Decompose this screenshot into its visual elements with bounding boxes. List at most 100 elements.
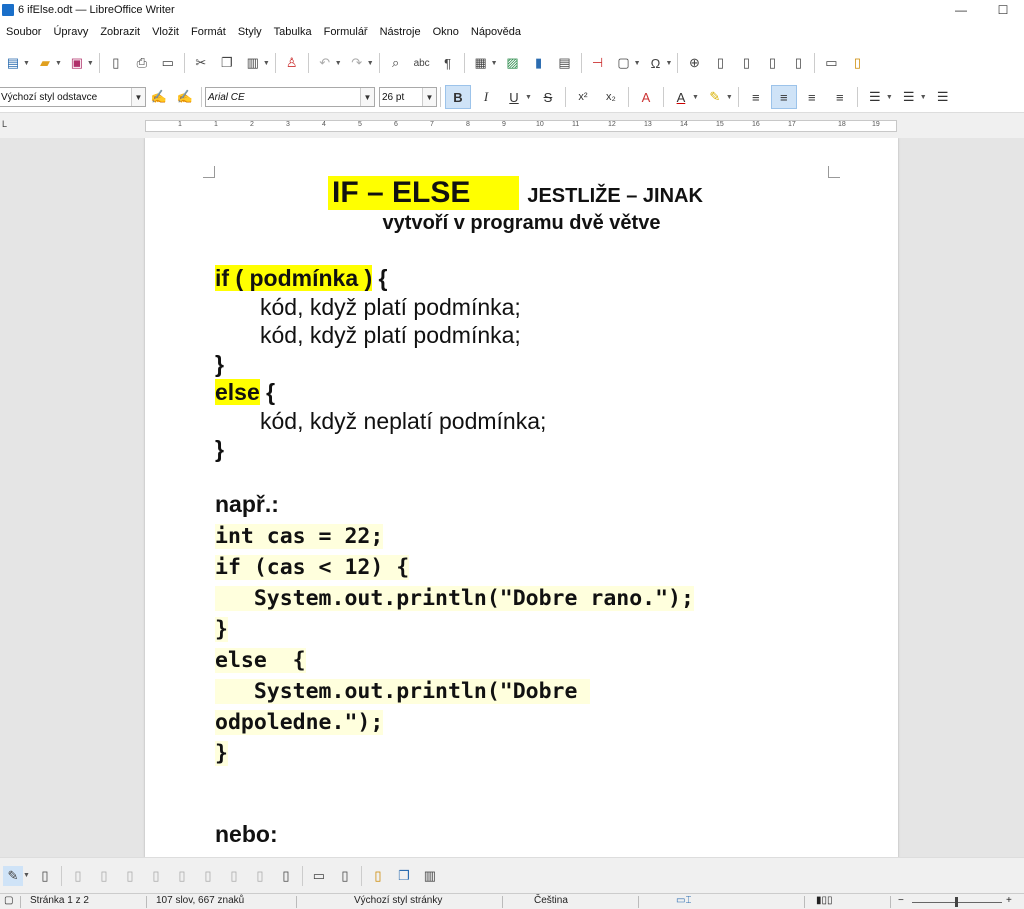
menu-edit[interactable]: Úpravy bbox=[47, 20, 94, 44]
menu-format[interactable]: Formát bbox=[185, 20, 232, 44]
menu-view[interactable]: Zobrazit bbox=[94, 20, 146, 44]
outline-list-icon[interactable]: ☰ bbox=[930, 85, 956, 109]
compare-document-icon[interactable]: ▯ bbox=[368, 866, 388, 886]
clear-formatting-icon[interactable]: A bbox=[633, 85, 659, 109]
redo-dropdown-icon[interactable]: ▼ bbox=[367, 60, 374, 67]
font-size-combo[interactable]: 26 pt ▼ bbox=[379, 87, 437, 107]
bold-button[interactable]: B bbox=[445, 85, 471, 109]
menu-styles[interactable]: Styly bbox=[232, 20, 268, 44]
numbered-list-icon[interactable]: ☰ bbox=[896, 85, 922, 109]
font-name-combo[interactable]: Arial CE ▼ bbox=[205, 87, 375, 107]
menu-table[interactable]: Tabulka bbox=[268, 20, 318, 44]
open-folder-icon[interactable]: ▰ bbox=[35, 53, 55, 73]
cut-icon[interactable]: ✂ bbox=[191, 53, 211, 73]
paragraph-style-combo[interactable]: Výchozí styl odstavce ▼ bbox=[0, 87, 146, 107]
chevron-down-icon[interactable]: ▼ bbox=[422, 88, 436, 106]
field-dropdown-icon[interactable]: ▼ bbox=[634, 60, 641, 67]
insert-textbox-icon[interactable]: ▤ bbox=[555, 53, 575, 73]
horizontal-ruler[interactable]: 1 1 2 3 4 5 6 7 8 9 10 11 12 13 14 15 16… bbox=[145, 120, 897, 132]
cross-reference-icon[interactable]: ▯ bbox=[788, 53, 808, 73]
underline-dropdown-icon[interactable]: ▼ bbox=[525, 94, 532, 101]
justify-icon[interactable]: ≡ bbox=[827, 85, 853, 109]
numbered-dropdown-icon[interactable]: ▼ bbox=[920, 94, 927, 101]
reject-all-icon[interactable]: ▯ bbox=[198, 866, 218, 886]
font-color-icon[interactable]: A bbox=[668, 85, 694, 109]
endnote-icon[interactable]: ▯ bbox=[736, 53, 756, 73]
undo-dropdown-icon[interactable]: ▼ bbox=[335, 60, 342, 67]
strikethrough-button[interactable]: S bbox=[535, 85, 561, 109]
align-center-icon[interactable]: ≡ bbox=[770, 85, 797, 109]
manage-changes-icon[interactable]: ▯ bbox=[276, 866, 296, 886]
redo-icon[interactable]: ↷ bbox=[347, 53, 367, 73]
save-dropdown-icon[interactable]: ▼ bbox=[87, 60, 94, 67]
subscript-button[interactable]: x₂ bbox=[598, 85, 624, 109]
document-area[interactable]: IF – ELSE JESTLIŽE – JINAK vytvoří v pro… bbox=[0, 138, 1024, 857]
superscript-button[interactable]: x² bbox=[570, 85, 596, 109]
insert-comment-icon[interactable]: ▭ bbox=[309, 866, 329, 886]
track-changes-icon[interactable]: ✎ bbox=[3, 865, 23, 886]
insert-table-icon[interactable]: ▦ bbox=[471, 53, 491, 73]
new-style-icon[interactable]: ✍ bbox=[175, 87, 195, 107]
align-left-icon[interactable]: ≡ bbox=[743, 85, 769, 109]
page-style[interactable]: Výchozí styl stránky bbox=[354, 895, 442, 906]
export-pdf-icon[interactable]: ▯ bbox=[106, 53, 126, 73]
special-character-icon[interactable]: Ω bbox=[646, 53, 666, 73]
view-layout-icon[interactable]: ▮▯▯ bbox=[816, 895, 833, 906]
menu-help[interactable]: Nápověda bbox=[465, 20, 527, 44]
bookmark-icon[interactable]: ▯ bbox=[762, 53, 782, 73]
text-language[interactable]: Čeština bbox=[534, 895, 568, 906]
highlight-color-icon[interactable]: ✎ bbox=[702, 85, 728, 109]
menu-file[interactable]: Soubor bbox=[0, 20, 47, 44]
chevron-down-icon[interactable]: ▼ bbox=[360, 88, 374, 106]
track-dropdown-icon[interactable]: ▼ bbox=[23, 872, 30, 879]
open-dropdown-icon[interactable]: ▼ bbox=[55, 60, 62, 67]
page-number[interactable]: Stránka 1 z 2 bbox=[30, 895, 89, 906]
chevron-down-icon[interactable]: ▼ bbox=[131, 88, 145, 106]
print-preview-icon[interactable]: ▭ bbox=[158, 53, 178, 73]
paste-dropdown-icon[interactable]: ▼ bbox=[263, 60, 270, 67]
hyperlink-icon[interactable]: ⊕ bbox=[684, 53, 704, 73]
accept-all-icon[interactable]: ▯ bbox=[172, 866, 192, 886]
table-dropdown-icon[interactable]: ▼ bbox=[491, 60, 498, 67]
new-dropdown-icon[interactable]: ▼ bbox=[23, 60, 30, 67]
accept-change-icon[interactable]: ▯ bbox=[120, 866, 140, 886]
formatting-marks-icon[interactable]: ¶ bbox=[438, 53, 458, 73]
insert-field-icon[interactable]: ▢ bbox=[614, 53, 634, 73]
new-document-icon[interactable]: ▤ bbox=[3, 53, 23, 73]
track-changes-icon[interactable]: ▯ bbox=[847, 53, 867, 73]
word-count[interactable]: 107 slov, 667 znaků bbox=[156, 895, 244, 906]
previous-change-icon[interactable]: ▯ bbox=[68, 866, 88, 886]
reject-all-changes-icon[interactable]: ▯ bbox=[250, 866, 270, 886]
bullet-dropdown-icon[interactable]: ▼ bbox=[886, 94, 893, 101]
clone-formatting-icon[interactable]: ♙ bbox=[282, 53, 302, 73]
page-break-icon[interactable]: ⊣ bbox=[588, 53, 608, 73]
merge-document-icon[interactable]: ❐ bbox=[394, 866, 414, 886]
underline-button[interactable]: U bbox=[501, 85, 527, 109]
reject-change-icon[interactable]: ▯ bbox=[146, 866, 166, 886]
copy-icon[interactable]: ❐ bbox=[217, 53, 237, 73]
document-page[interactable]: IF – ELSE JESTLIŽE – JINAK vytvoří v pro… bbox=[145, 138, 898, 857]
spelling-icon[interactable]: abc bbox=[412, 53, 432, 73]
zoom-out-icon[interactable]: − bbox=[898, 895, 904, 906]
tab-stop-icon[interactable]: L bbox=[2, 119, 7, 129]
menu-insert[interactable]: Vložit bbox=[146, 20, 185, 44]
save-icon[interactable]: ▣ bbox=[67, 53, 87, 73]
special-char-dropdown-icon[interactable]: ▼ bbox=[666, 60, 673, 67]
italic-button[interactable]: I bbox=[473, 85, 499, 109]
menu-tools[interactable]: Nástroje bbox=[374, 20, 427, 44]
comment-icon[interactable]: ▭ bbox=[821, 53, 841, 73]
edit-document-icon[interactable]: ▥ bbox=[420, 866, 440, 886]
save-status-icon[interactable]: ▢ bbox=[4, 895, 13, 906]
zoom-slider-thumb[interactable] bbox=[955, 897, 958, 907]
protect-changes-icon[interactable]: ▯ bbox=[335, 866, 355, 886]
menu-window[interactable]: Okno bbox=[427, 20, 465, 44]
highlight-dropdown-icon[interactable]: ▼ bbox=[726, 94, 733, 101]
update-style-icon[interactable]: ✍ bbox=[149, 87, 169, 107]
insert-chart-icon[interactable]: ▮ bbox=[529, 53, 549, 73]
accept-all-changes-icon[interactable]: ▯ bbox=[224, 866, 244, 886]
undo-icon[interactable]: ↶ bbox=[315, 53, 335, 73]
align-right-icon[interactable]: ≡ bbox=[799, 85, 825, 109]
footnote-icon[interactable]: ▯ bbox=[710, 53, 730, 73]
font-color-dropdown-icon[interactable]: ▼ bbox=[692, 94, 699, 101]
selection-mode-icon[interactable]: ▭⌶ bbox=[676, 895, 691, 906]
